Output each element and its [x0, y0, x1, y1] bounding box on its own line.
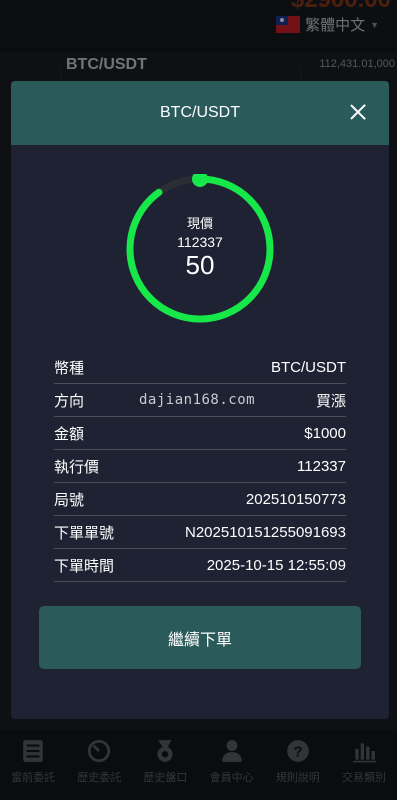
detail-value: $1000 [304, 424, 346, 442]
detail-key: 局號 [54, 491, 85, 509]
detail-row: 金額 $1000 [54, 417, 346, 450]
detail-key: 下單單號 [54, 524, 115, 542]
countdown-ring: 現價 112337 50 [125, 171, 275, 324]
detail-row: 執行價 112337 [54, 450, 346, 483]
detail-row: 幣種 BTC/USDT [54, 351, 346, 384]
order-modal: BTC/USDT 現價 112337 50 幣種 BTC/USDT 方向 dajian… [11, 81, 389, 719]
detail-row: 方向 dajian168.com 買漲 [54, 384, 346, 417]
ring-text: 現價 112337 50 [125, 174, 275, 324]
countdown-value: 50 [185, 250, 215, 280]
detail-value: 112337 [297, 457, 346, 475]
detail-key: 方向 [54, 392, 85, 410]
detail-key: 下單時間 [54, 557, 115, 575]
watermark-text: dajian168.com [139, 392, 256, 408]
detail-value: 2025-10-15 12:55:09 [206, 556, 346, 574]
detail-value: BTC/USDT [271, 358, 346, 376]
detail-row: 下單時間 2025-10-15 12:55:09 [54, 549, 346, 582]
detail-value: N202510151255091693 [185, 523, 346, 541]
detail-value: 202510150773 [245, 490, 346, 508]
detail-row: 下單單號 N202510151255091693 [54, 516, 346, 549]
order-details: 幣種 BTC/USDT 方向 dajian168.com 買漲金額 $1000 執行價 112… [54, 351, 346, 582]
continue-order-button[interactable]: 繼續下單 [39, 606, 361, 669]
detail-key: 金額 [54, 425, 85, 443]
detail-value: 買漲 [315, 392, 346, 410]
detail-key: 幣種 [54, 359, 85, 377]
modal-header: BTC/USDT [11, 81, 389, 145]
modal-title: BTC/USDT [160, 104, 240, 121]
current-price-value: 112337 [177, 234, 223, 250]
detail-row: 局號 202510150773 [54, 483, 346, 516]
detail-key: 執行價 [54, 458, 100, 476]
current-price-label: 現價 [186, 216, 213, 231]
close-icon[interactable] [349, 103, 367, 121]
